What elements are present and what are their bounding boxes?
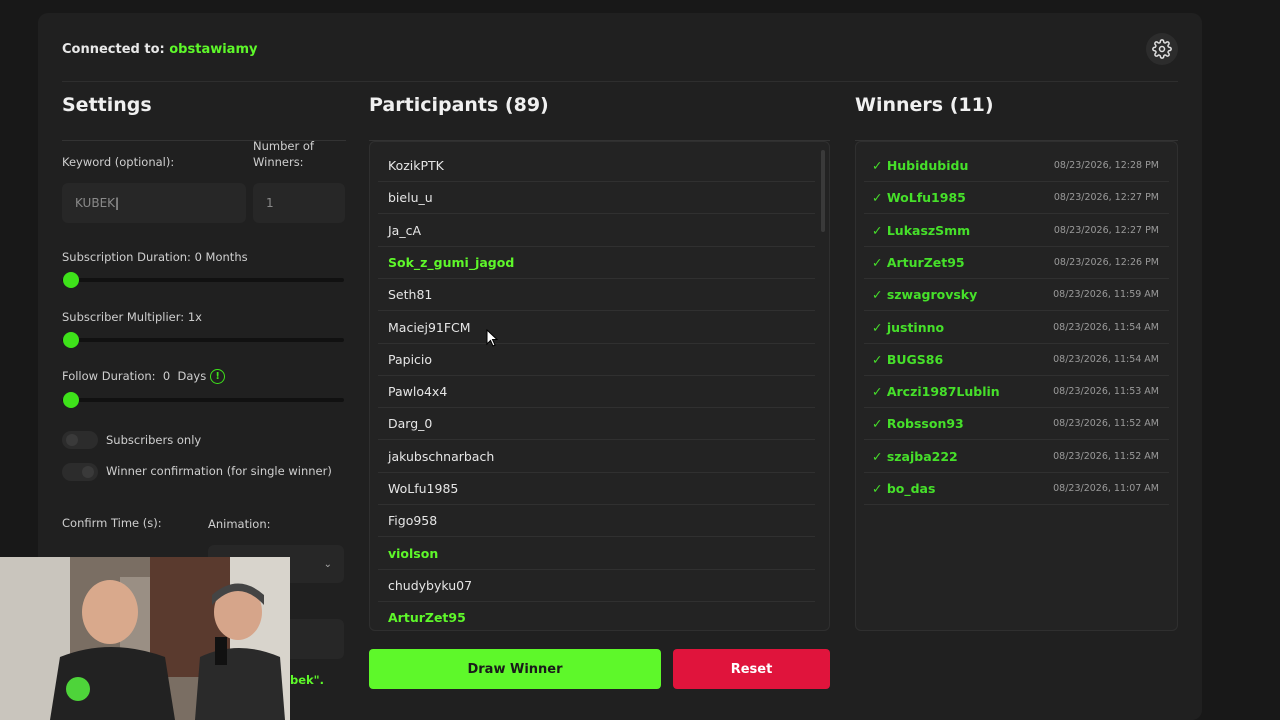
participant-row[interactable]: Pawlo4x4 xyxy=(378,376,815,409)
winner-name: ✓ Arczi1987Lublin xyxy=(872,384,1000,400)
winner-timestamp: 08/23/2026, 11:52 AM xyxy=(1053,418,1159,430)
follow-duration-knob[interactable] xyxy=(63,392,79,408)
participant-row[interactable]: bielu_u xyxy=(378,182,815,215)
participant-row[interactable]: Darg_0 xyxy=(378,408,815,441)
winner-timestamp: 08/23/2026, 12:27 PM xyxy=(1053,192,1159,204)
winner-confirmation-toggle[interactable] xyxy=(62,463,98,481)
winner-row: ✓ ArturZet95 08/23/2026, 12:26 PM xyxy=(864,247,1169,279)
winner-name: ✓ bo_das xyxy=(872,481,936,496)
winner-name: ✓ Robsson93 xyxy=(872,416,964,432)
winner-row: ✓ LukaszSmm 08/23/2026, 12:27 PM xyxy=(864,215,1169,247)
winners-count-value: 1 xyxy=(266,196,274,210)
participant-row[interactable]: violson xyxy=(378,538,815,570)
winners-count-label: Number of Winners: xyxy=(253,139,314,169)
subscription-duration-slider[interactable] xyxy=(62,278,344,282)
subscription-duration-knob[interactable] xyxy=(63,272,79,288)
winner-name: ✓ WoLfu1985 xyxy=(872,190,966,206)
confirm-time-label: Confirm Time (s): xyxy=(62,516,162,530)
mouse-cursor-icon xyxy=(486,329,498,347)
toggle-dot xyxy=(66,434,78,446)
winner-timestamp: 08/23/2026, 11:54 AM xyxy=(1053,353,1159,365)
winner-name: ✓ szajba222 xyxy=(872,448,958,464)
participants-title: Participants (89) xyxy=(369,94,549,116)
subscription-duration-label: Subscription Duration: 0 Months xyxy=(62,250,248,264)
participant-row[interactable]: ArturZet95 xyxy=(378,602,815,630)
connected-label: Connected to: xyxy=(62,42,165,57)
partial-text: bek". xyxy=(290,673,325,687)
participant-row[interactable]: KozikPTK xyxy=(378,150,815,182)
subscriber-multiplier-label: Subscriber Multiplier: 1x xyxy=(62,310,202,324)
winner-timestamp: 08/23/2026, 12:27 PM xyxy=(1053,224,1159,236)
subscriber-multiplier-slider[interactable] xyxy=(62,338,344,342)
winner-name: ✓ justinno xyxy=(872,319,945,335)
toggle-dot xyxy=(82,466,94,478)
winner-name: ✓ szwagrovsky xyxy=(872,287,978,303)
participant-row[interactable]: WoLfu1985 xyxy=(378,473,815,505)
webcam-overlay xyxy=(0,557,290,720)
settings-title: Settings xyxy=(62,94,152,116)
winner-name: ✓ BUGS86 xyxy=(872,351,944,367)
winner-row: ✓ szwagrovsky 08/23/2026, 11:59 AM xyxy=(864,279,1169,312)
winner-name: ✓ ArturZet95 xyxy=(872,254,965,270)
winner-row: ✓ Hubidubidu 08/23/2026, 12:28 PM xyxy=(864,150,1169,182)
winner-timestamp: 08/23/2026, 11:53 AM xyxy=(1053,386,1159,398)
winners-count-input[interactable]: 1 xyxy=(253,183,345,223)
webcam-image xyxy=(0,557,290,720)
draw-winner-button[interactable]: Draw Winner xyxy=(369,649,661,689)
participant-row[interactable]: Seth81 xyxy=(378,279,815,312)
participant-row[interactable]: Papicio xyxy=(378,344,815,376)
winner-row: ✓ Robsson93 08/23/2026, 11:52 AM xyxy=(864,408,1169,441)
participant-row[interactable]: jakubschnarbach xyxy=(378,441,815,473)
winner-row: ✓ bo_das 08/23/2026, 11:07 AM xyxy=(864,473,1169,505)
winner-confirmation-label: Winner confirmation (for single winner) xyxy=(106,464,332,478)
winners-title: Winners (11) xyxy=(855,94,994,116)
settings-gear-button[interactable] xyxy=(1146,33,1178,65)
channel-name: obstawiamy xyxy=(169,42,258,57)
winner-row: ✓ WoLfu1985 08/23/2026, 12:27 PM xyxy=(864,182,1169,215)
participant-row[interactable]: Sok_z_gumi_jagod xyxy=(378,247,815,279)
participant-row[interactable]: Maciej91FCM xyxy=(378,312,815,344)
winner-row: ✓ BUGS86 08/23/2026, 11:54 AM xyxy=(864,344,1169,376)
subscribers-only-toggle[interactable] xyxy=(62,431,98,449)
winners-list: ✓ Hubidubidu 08/23/2026, 12:28 PM ✓ WoLfu1… xyxy=(855,141,1178,631)
keyword-input[interactable]: KUBEK | xyxy=(62,183,246,223)
follow-duration-label: Follow Duration: 0 Days xyxy=(62,369,207,383)
winner-row: ✓ Arczi1987Lublin 08/23/2026, 11:53 AM xyxy=(864,376,1169,409)
winner-timestamp: 08/23/2026, 11:59 AM xyxy=(1053,289,1159,301)
winner-row: ✓ justinno 08/23/2026, 11:54 AM xyxy=(864,312,1169,344)
info-icon[interactable]: ! xyxy=(210,369,226,384)
participant-row[interactable]: Ja_cA xyxy=(378,215,815,247)
participants-list[interactable]: KozikPTK bielu_u Ja_cA Sok_z_gumi_jagod Seth… xyxy=(369,141,830,631)
winner-timestamp: 08/23/2026, 11:52 AM xyxy=(1053,450,1159,462)
gear-icon xyxy=(1152,39,1172,59)
animation-label: Animation: xyxy=(208,517,271,531)
winner-timestamp: 08/23/2026, 11:07 AM xyxy=(1053,483,1159,494)
subscribers-only-label: Subscribers only xyxy=(106,433,202,447)
participant-row[interactable]: chudybyku07 xyxy=(378,570,815,602)
connection-status: Connected to: obstawiamy xyxy=(62,42,1178,57)
subscriber-multiplier-knob[interactable] xyxy=(63,332,79,348)
winner-name: ✓ LukaszSmm xyxy=(872,222,971,238)
winner-timestamp: 08/23/2026, 12:28 PM xyxy=(1053,160,1159,171)
keyword-label: Keyword (optional): xyxy=(62,155,175,169)
top-bar: Connected to: obstawiamy xyxy=(62,33,1178,82)
winner-timestamp: 08/23/2026, 11:54 AM xyxy=(1053,321,1159,333)
reset-button[interactable]: Reset xyxy=(673,649,830,689)
follow-duration-row: Follow Duration: 0 Days! xyxy=(62,369,226,384)
participant-row[interactable]: Figo958 xyxy=(378,505,815,538)
winner-row: ✓ szajba222 08/23/2026, 11:52 AM xyxy=(864,441,1169,473)
winner-name: ✓ Hubidubidu xyxy=(872,158,969,173)
keyword-value: KUBEK xyxy=(75,196,116,210)
scrollbar[interactable] xyxy=(821,150,825,232)
chevron-down-icon: ⌄ xyxy=(323,558,332,570)
winner-timestamp: 08/23/2026, 12:26 PM xyxy=(1053,256,1159,268)
follow-duration-slider[interactable] xyxy=(62,398,344,402)
